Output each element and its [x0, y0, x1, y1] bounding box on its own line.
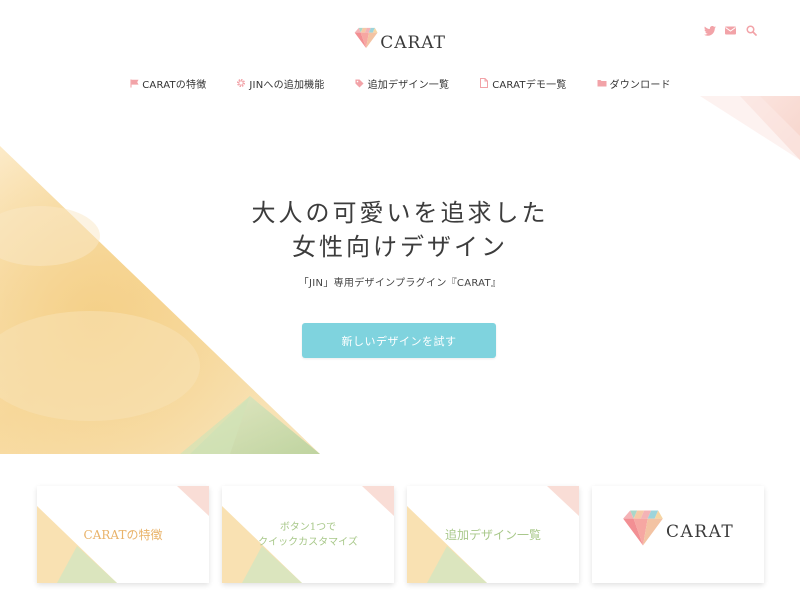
flag-icon [129, 78, 139, 88]
card-label-wrap: CARATの特徴 [37, 486, 209, 583]
nav-item-download[interactable]: ダウンロード [597, 74, 671, 92]
mail-icon[interactable] [724, 24, 737, 37]
nav-item-label: CARATデモ一覧 [492, 79, 567, 91]
card-logo-text: CARAT [666, 522, 735, 542]
document-icon [479, 78, 489, 88]
nav-item-label: ダウンロード [609, 79, 671, 91]
card-logo: CARAT [622, 508, 734, 548]
nav-item-features[interactable]: CARATの特徴 [129, 74, 206, 92]
gear-icon [236, 78, 246, 88]
diamond-logo-icon [354, 27, 378, 49]
card-label-line2: クイックカスタマイズ [258, 536, 358, 548]
hero-subtitle: 「JIN」専用デザインプラグイン『CARAT』 [298, 278, 502, 289]
hero-title-line1: 大人の可愛いを追求した [251, 199, 549, 227]
card-label-line1: ボタン1つで [279, 521, 337, 533]
card-label-wrap: 追加デザイン一覧 [407, 486, 579, 583]
site-header: CARAT [0, 0, 800, 66]
nav-item-label: 追加デザイン一覧 [367, 79, 450, 91]
nav-item-jin-features[interactable]: JINへの追加機能 [236, 74, 324, 92]
twitter-icon[interactable] [703, 24, 716, 37]
card-features[interactable]: CARATの特徴 [37, 486, 209, 583]
hero-section: 大人の可愛いを追求した 女性向けデザイン 「JIN」専用デザインプラグイン『CA… [0, 96, 800, 456]
card-design-list[interactable]: 追加デザイン一覧 [407, 486, 579, 583]
folder-icon [597, 78, 607, 88]
feature-cards: CARATの特徴 ボタン1つで クイックカスタマイズ 追加デザイン一覧 CARA… [37, 486, 767, 586]
card-label: CARATの特徴 [83, 527, 163, 542]
card-label-wrap: ボタン1つで クイックカスタマイズ [222, 486, 394, 583]
hero-title: 大人の可愛いを追求した 女性向けデザイン [0, 196, 800, 264]
nav-item-label: JINへの追加機能 [249, 79, 325, 91]
logo-text: CARAT [380, 33, 446, 53]
tag-icon [355, 78, 365, 88]
diamond-logo-icon [623, 510, 663, 546]
try-design-button[interactable]: 新しいデザインを試す [302, 323, 496, 358]
search-icon[interactable] [745, 24, 758, 37]
nav-item-designs[interactable]: 追加デザイン一覧 [355, 74, 450, 92]
hero-title-line2: 女性向けデザイン [292, 233, 508, 261]
nav-item-demos[interactable]: CARATデモ一覧 [479, 74, 566, 92]
card-label: 追加デザイン一覧 [444, 527, 541, 542]
site-logo[interactable]: CARAT [354, 20, 446, 56]
nav-item-label: CARATの特徴 [142, 79, 207, 91]
main-nav: CARATの特徴 JINへの追加機能 追加デザイン一覧 CARATデモ一覧 ダウ… [0, 74, 800, 92]
social-icons [703, 24, 758, 37]
card-quick-customize[interactable]: ボタン1つで クイックカスタマイズ [222, 486, 394, 583]
card-carat-logo[interactable]: CARAT [592, 486, 764, 583]
